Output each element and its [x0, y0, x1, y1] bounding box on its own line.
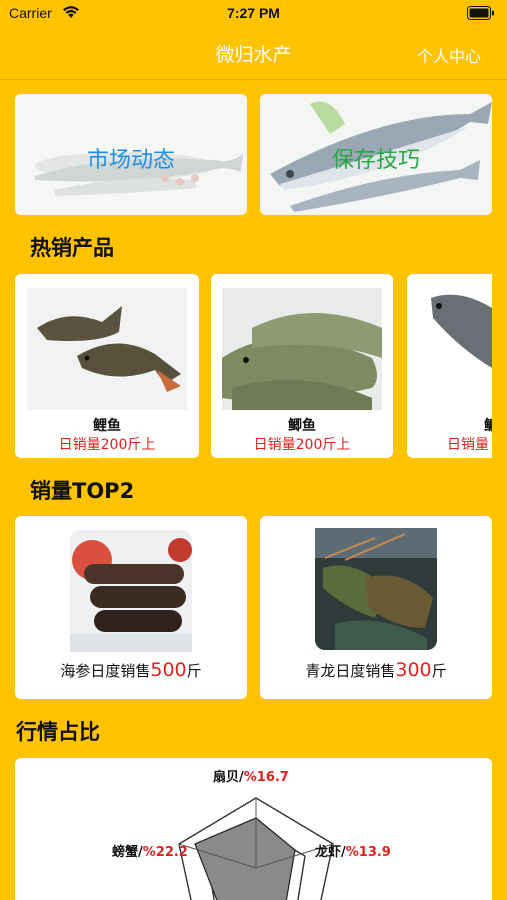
top-card-lobster[interactable]: 青龙日度销售300斤	[260, 516, 492, 699]
top-card-sea-cucumber[interactable]: 海参日度销售500斤	[15, 516, 247, 699]
product-name: 鲫鱼	[288, 418, 316, 434]
radar-label-name: 扇贝/	[213, 770, 244, 785]
product-sales: 日销量200斤上	[253, 437, 351, 453]
radar-label-crab: 螃蟹/%22.2	[112, 841, 188, 860]
bighead-carp-image	[419, 288, 492, 410]
sea-cucumber-image	[70, 530, 192, 652]
radar-label-value: %13.9	[345, 845, 391, 860]
product-sales: 日销量200斤上	[58, 437, 156, 453]
radar-label-name: 龙虾/	[315, 845, 346, 860]
radar-chart-card: 扇贝/%16.7 龙虾/%13.9 螃蟹/%22.2	[15, 758, 492, 900]
product-card-crucian[interactable]: 鲫鱼 日销量200斤上	[211, 274, 393, 458]
market-news-card[interactable]: 市场动态	[15, 94, 247, 215]
radar-label-name: 螃蟹/	[112, 845, 143, 860]
radar-label-scallop: 扇贝/%16.7	[213, 766, 289, 785]
hot-products-title: 热销产品	[30, 236, 114, 260]
top-caption-prefix: 青龙日度销售	[305, 662, 396, 680]
crucian-image	[222, 288, 382, 410]
storage-tips-card[interactable]: 保存技巧	[260, 94, 492, 215]
top-caption-prefix: 海参日度销售	[60, 662, 151, 680]
top-caption-unit: 斤	[431, 662, 447, 680]
top-caption-unit: 斤	[186, 662, 202, 680]
top-caption: 海参日度销售500斤	[15, 659, 247, 681]
battery-icon	[467, 6, 495, 24]
market-news-label: 市场动态	[86, 148, 175, 173]
top-caption: 青龙日度销售300斤	[260, 659, 492, 681]
product-card-carp[interactable]: 鲤鱼 日销量200斤上	[15, 274, 199, 458]
carp-image	[27, 288, 187, 410]
radar-label-value: %16.7	[243, 770, 289, 785]
nav-bar: 微归水产 个人中心	[0, 28, 507, 80]
lobster-image	[315, 528, 437, 650]
radar-label-value: %22.2	[142, 845, 188, 860]
status-bar: Carrier 7:27 PM	[0, 0, 507, 28]
storage-tips-label: 保存技巧	[331, 148, 420, 173]
top-caption-value: 500	[150, 659, 187, 681]
top-caption-value: 300	[395, 659, 432, 681]
product-card-bighead[interactable]: 鳙 日销量	[407, 274, 492, 458]
product-name: 鲤鱼	[93, 418, 121, 434]
top2-title: 销量TOP2	[30, 479, 135, 503]
clock: 7:27 PM	[227, 5, 280, 21]
profile-center-button[interactable]: 个人中心	[417, 43, 481, 67]
radar-label-lobster: 龙虾/%13.9	[315, 841, 391, 860]
market-share-title: 行情占比	[16, 720, 100, 744]
product-name: 鳙	[484, 418, 492, 434]
product-sales: 日销量	[447, 437, 489, 453]
